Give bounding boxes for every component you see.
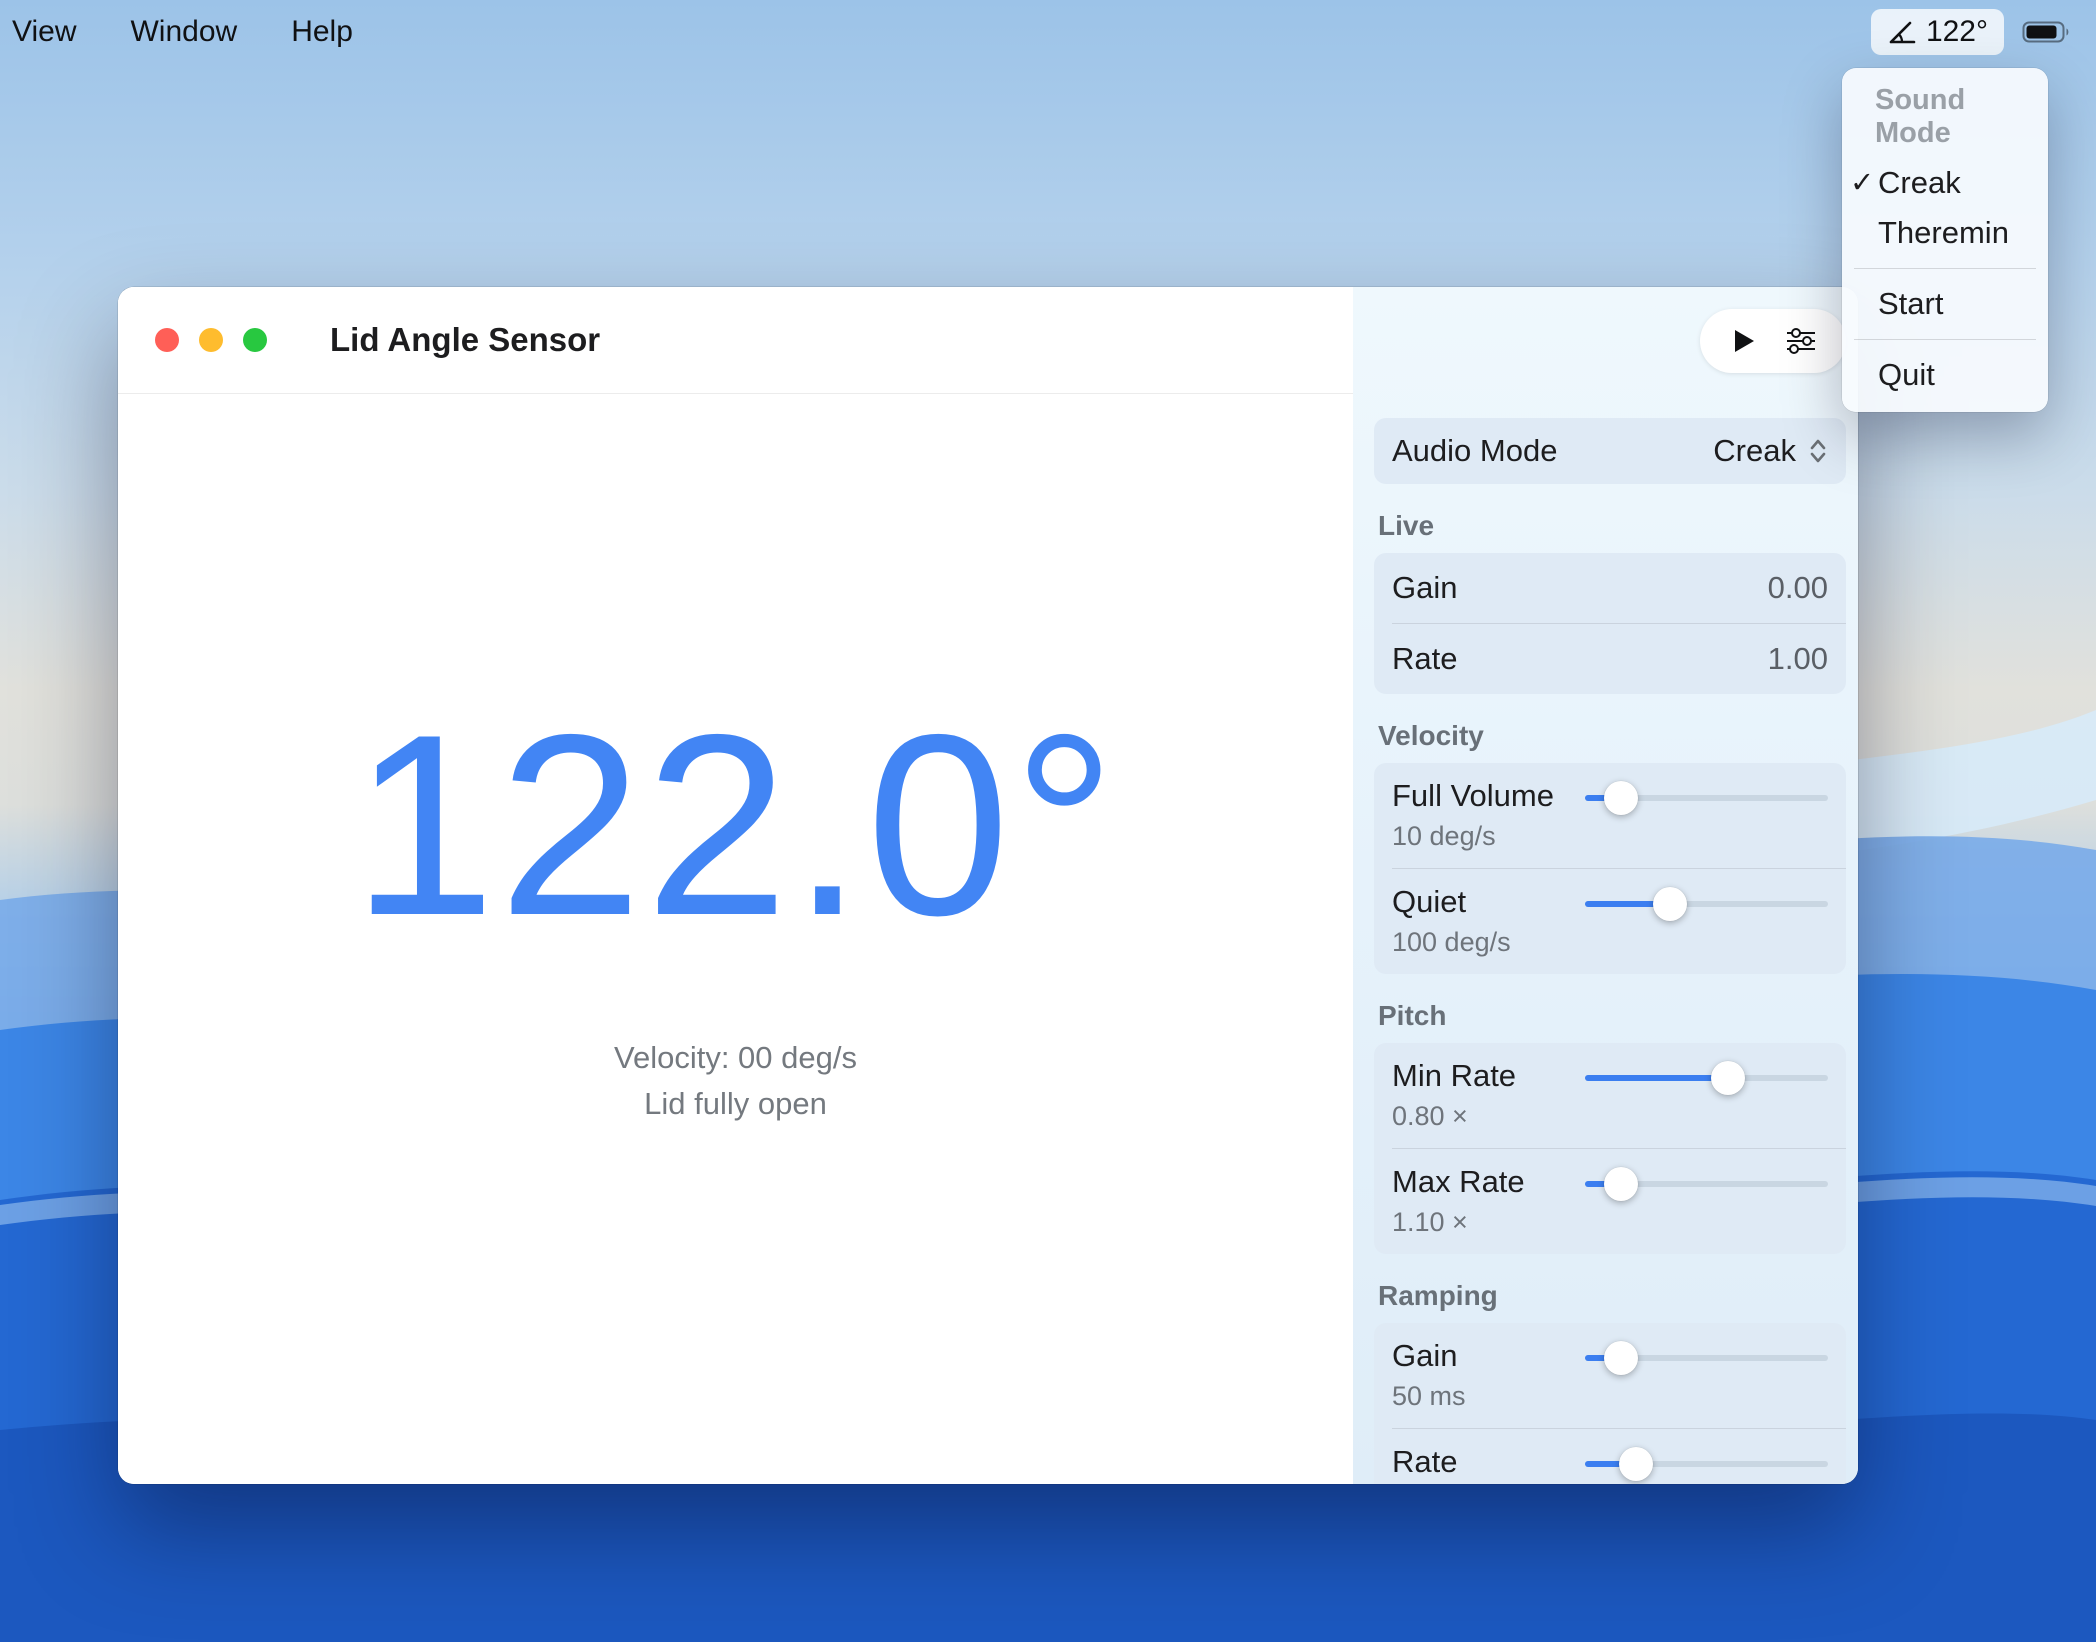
tray-menu-header: Sound Mode [1842,80,2048,158]
live-card: Gain 0.00 Rate 1.00 [1374,553,1846,694]
status-angle-value: 122° [1926,15,1988,49]
sidebar-toolbar [1374,287,1846,394]
ramp-rate-label: Rate [1392,1444,1466,1480]
quiet-value: 100 deg/s [1392,927,1511,958]
slider-thumb[interactable] [1604,1341,1638,1375]
slider-thumb[interactable] [1653,887,1687,921]
settings-sidebar: Audio Mode Creak Live Gain 0.00 Rate 1.0… [1353,287,1858,1484]
menu-separator [1854,268,2036,269]
live-gain-row: Gain 0.00 [1374,553,1846,623]
quiet-slider[interactable] [1585,884,1828,924]
audio-mode-value: Creak [1713,433,1796,469]
full-volume-slider[interactable] [1585,778,1828,818]
sliders-icon[interactable] [1785,327,1817,355]
ramp-gain-slider[interactable] [1585,1338,1828,1378]
menu-separator [1854,339,2036,340]
max-rate-row: Max Rate 1.10 × [1374,1149,1846,1254]
traffic-lights [155,328,267,352]
full-volume-row: Full Volume 10 deg/s [1374,763,1846,868]
section-title-ramping: Ramping [1378,1280,1846,1312]
live-rate-value: 1.00 [1768,641,1828,677]
menu-bar: View Window Help 122° [0,0,2096,64]
velocity-card: Full Volume 10 deg/s Quiet 100 deg/s [1374,763,1846,974]
min-rate-label: Min Rate [1392,1058,1516,1094]
slider-thumb[interactable] [1711,1061,1745,1095]
ramping-card: Gain 50 ms Rate 80 ms [1374,1323,1846,1484]
velocity-readout: Velocity: 00 deg/s [614,1040,857,1076]
chevron-up-down-icon [1808,436,1828,466]
slider-thumb[interactable] [1604,1167,1638,1201]
battery-indicator[interactable] [2022,18,2074,46]
menu-item-quit[interactable]: Quit [1842,350,2048,400]
menu-bar-status: 122° [1871,9,2074,55]
lid-state-text: Lid fully open [644,1086,827,1122]
max-rate-slider[interactable] [1585,1164,1828,1204]
max-rate-label: Max Rate [1392,1164,1525,1200]
min-rate-row: Min Rate 0.80 × [1374,1043,1846,1148]
minimize-button[interactable] [199,328,223,352]
ramp-gain-row: Gain 50 ms [1374,1323,1846,1428]
angle-display-area: 122.0° Velocity: 00 deg/s Lid fully open [118,394,1353,1484]
toolbar-pill [1700,309,1846,373]
full-volume-label: Full Volume [1392,778,1554,814]
full-volume-value: 10 deg/s [1392,821,1554,852]
menu-item-theremin[interactable]: Theremin [1842,208,2048,258]
lid-angle-status-item[interactable]: 122° [1871,9,2004,55]
angle-icon [1887,17,1917,47]
section-title-live: Live [1378,510,1846,542]
ramp-rate-slider[interactable] [1585,1444,1828,1484]
menu-help[interactable]: Help [287,13,357,51]
section-title-pitch: Pitch [1378,1000,1846,1032]
ramp-gain-label: Gain [1392,1338,1466,1374]
ramp-rate-row: Rate 80 ms [1374,1429,1846,1484]
min-rate-slider[interactable] [1585,1058,1828,1098]
play-button[interactable] [1729,326,1757,356]
slider-thumb[interactable] [1604,781,1638,815]
audio-mode-value-wrap: Creak [1713,433,1828,469]
audio-mode-selector[interactable]: Audio Mode Creak [1374,418,1846,484]
ramp-gain-value: 50 ms [1392,1381,1466,1412]
min-rate-value: 0.80 × [1392,1101,1516,1132]
quiet-label: Quiet [1392,884,1511,920]
checkmark-icon: ✓ [1850,165,1874,200]
angle-readout: 122.0° [352,696,1119,954]
menu-window[interactable]: Window [126,13,241,51]
zoom-button[interactable] [243,328,267,352]
sound-mode-tray-menu: Sound Mode ✓ Creak Theremin Start Quit [1842,68,2048,412]
live-rate-label: Rate [1392,641,1457,677]
menu-item-creak[interactable]: ✓ Creak [1842,158,2048,208]
live-gain-value: 0.00 [1768,570,1828,606]
pitch-card: Min Rate 0.80 × Max Rate 1.10 × [1374,1043,1846,1254]
lid-angle-sensor-window: Lid Angle Sensor 122.0° Velocity: 00 deg… [118,287,1858,1484]
section-title-velocity: Velocity [1378,720,1846,752]
live-gain-label: Gain [1392,570,1457,606]
menu-bar-items: View Window Help [8,13,357,51]
slider-thumb[interactable] [1619,1447,1653,1481]
window-titlebar[interactable]: Lid Angle Sensor [118,287,1353,394]
quiet-row: Quiet 100 deg/s [1374,869,1846,974]
live-rate-row: Rate 1.00 [1374,624,1846,694]
window-main-pane: Lid Angle Sensor 122.0° Velocity: 00 deg… [118,287,1353,1484]
window-title: Lid Angle Sensor [330,321,600,359]
max-rate-value: 1.10 × [1392,1207,1525,1238]
audio-mode-label: Audio Mode [1392,433,1557,469]
battery-icon [2022,18,2074,46]
close-button[interactable] [155,328,179,352]
menu-view[interactable]: View [8,13,80,51]
menu-item-start[interactable]: Start [1842,279,2048,329]
